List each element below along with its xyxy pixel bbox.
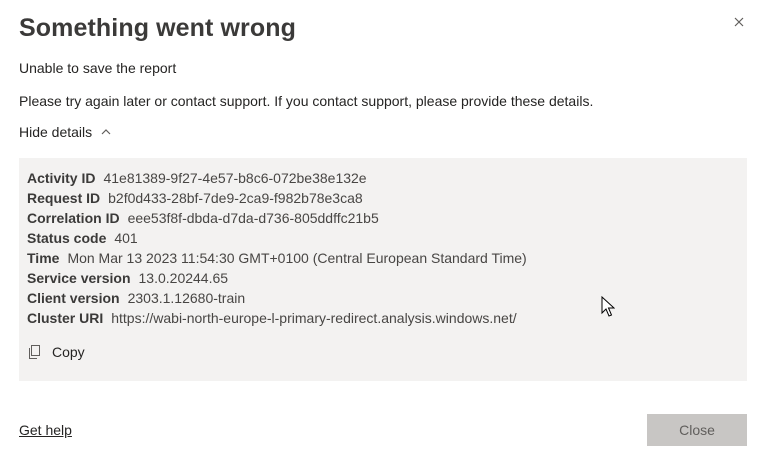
detail-value: 41e81389-9f27-4e57-b8c6-072be38e132e <box>103 170 367 186</box>
detail-value: 13.0.20244.65 <box>138 270 229 286</box>
detail-value: 401 <box>114 230 138 246</box>
detail-row-request-id: Request ID b2f0d433-28bf-7de9-2ca9-f982b7… <box>27 190 363 206</box>
detail-row-activity-id: Activity ID 41e81389-9f27-4e57-b8c6-072be… <box>27 170 367 186</box>
hide-details-label: Hide details <box>19 124 93 140</box>
detail-value: https://wabi-north-europe-l-primary-redi… <box>111 310 517 326</box>
support-instructions: Please try again later or contact suppor… <box>19 93 594 109</box>
close-button[interactable]: Close <box>647 414 747 446</box>
detail-row-status-code: Status code 401 <box>27 230 138 246</box>
detail-value: 2303.1.12680-train <box>127 290 246 306</box>
detail-value: Mon Mar 13 2023 11:54:30 GMT+0100 (Centr… <box>67 250 527 266</box>
detail-key: Activity ID <box>27 170 96 186</box>
copy-icon <box>29 345 40 359</box>
detail-key: Client version <box>27 290 120 306</box>
detail-row-time: Time Mon Mar 13 2023 11:54:30 GMT+0100 (C… <box>27 250 527 266</box>
detail-key: Correlation ID <box>27 210 120 226</box>
detail-value: eee53f8f-dbda-d7da-d736-805ddffc21b5 <box>127 210 379 226</box>
mouse-pointer-icon <box>601 295 616 323</box>
detail-key: Service version <box>27 270 131 286</box>
chevron-up-icon <box>101 129 111 135</box>
details-panel: Activity ID 41e81389-9f27-4e57-b8c6-072be… <box>19 158 747 381</box>
detail-key: Time <box>27 250 60 266</box>
dialog-title: Something went wrong <box>19 14 296 42</box>
error-message: Unable to save the report <box>19 60 177 76</box>
detail-row-correlation-id: Correlation ID eee53f8f-dbda-d7da-d736-80… <box>27 210 379 226</box>
close-icon[interactable] <box>731 14 747 30</box>
detail-value: b2f0d433-28bf-7de9-2ca9-f982b78e3ca8 <box>108 190 363 206</box>
get-help-link[interactable]: Get help <box>19 422 72 438</box>
detail-key: Request ID <box>27 190 101 206</box>
detail-row-service-version: Service version 13.0.20244.65 <box>27 270 228 286</box>
detail-key: Status code <box>27 230 107 246</box>
detail-key: Cluster URI <box>27 310 104 326</box>
copy-label: Copy <box>52 344 85 360</box>
copy-button[interactable]: Copy <box>28 344 85 360</box>
hide-details-toggle[interactable]: Hide details <box>19 124 111 140</box>
error-dialog: Something went wrong Unable to save the … <box>0 0 764 465</box>
detail-row-client-version: Client version 2303.1.12680-train <box>27 290 245 306</box>
detail-row-cluster-uri: Cluster URI https://wabi-north-europe-l-p… <box>27 310 517 326</box>
